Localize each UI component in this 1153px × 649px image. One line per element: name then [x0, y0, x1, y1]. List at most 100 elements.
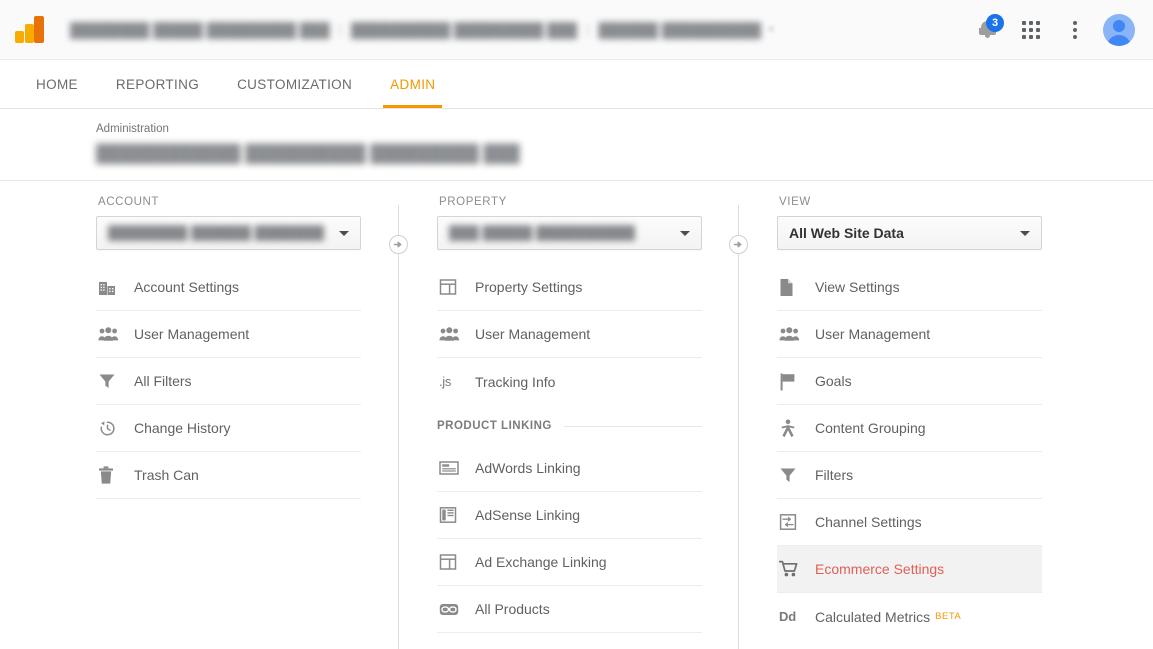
tab-home[interactable]: HOME	[17, 60, 97, 108]
account-item-change-history[interactable]: Change History	[96, 405, 361, 452]
channel-icon	[779, 513, 815, 531]
people-icon	[439, 327, 475, 342]
tab-reporting[interactable]: REPORTING	[97, 60, 218, 108]
property-item-label: AdWords Linking	[475, 460, 581, 476]
flag-icon	[779, 372, 815, 391]
view-item-calculated-metrics[interactable]: Dd Calculated Metrics BETA	[777, 593, 1042, 640]
google-analytics-logo[interactable]	[14, 13, 48, 47]
property-item-label: AdSense Linking	[475, 507, 580, 523]
tab-customization[interactable]: CUSTOMIZATION	[218, 60, 371, 108]
page-title: Administration	[96, 123, 169, 135]
view-item-label: User Management	[815, 326, 930, 342]
account-item-trash-can[interactable]: Trash Can	[96, 452, 361, 499]
property-column: PROPERTY ███ █████ ██████████ Property S…	[437, 181, 702, 633]
view-item-view-settings[interactable]: View Settings	[777, 264, 1042, 311]
view-item-goals[interactable]: Goals	[777, 358, 1042, 405]
status-badge: BETA	[935, 611, 961, 622]
account-avatar-button[interactable]	[1097, 8, 1141, 52]
view-item-ecommerce-settings[interactable]: Ecommerce Settings	[777, 546, 1042, 593]
product-linking-label: PRODUCT LINKING	[437, 420, 552, 432]
breadcrumb-separator: |	[586, 22, 589, 37]
more-options-button[interactable]	[1053, 8, 1097, 52]
breadcrumb-view[interactable]: ██████ ██████████	[598, 21, 761, 39]
layout-icon	[439, 553, 475, 571]
property-item-all-products[interactable]: All Products	[437, 586, 702, 633]
document-icon	[779, 278, 815, 297]
view-item-label: Filters	[815, 467, 853, 483]
property-item-property-settings[interactable]: Property Settings	[437, 264, 702, 311]
avatar	[1103, 14, 1135, 46]
chevron-down-icon[interactable]: ▾	[769, 24, 774, 35]
property-item-label: Ad Exchange Linking	[475, 554, 607, 570]
top-bar: ████████ █████ █████████ ███ | █████████…	[0, 0, 1153, 60]
breadcrumb: ████████ █████ █████████ ███ | █████████…	[70, 21, 965, 39]
adwords-card-icon	[439, 460, 475, 476]
breadcrumb-account[interactable]: ████████ █████ █████████ ███	[70, 21, 330, 39]
account-selector[interactable]: ████████ ██████ ███████	[96, 216, 361, 250]
account-selector-value: ████████ ██████ ███████	[108, 225, 324, 241]
account-item-label: Change History	[134, 420, 231, 436]
breadcrumb-property[interactable]: ██████████ █████████ ███	[351, 21, 577, 39]
view-selector-value: All Web Site Data	[789, 225, 904, 241]
content-grouping-icon	[779, 419, 815, 438]
administration-header: Administration ████████████ ██████████ █…	[0, 109, 1153, 181]
view-selector[interactable]: All Web Site Data	[777, 216, 1042, 250]
chevron-down-icon	[1020, 231, 1030, 236]
dd-icon: Dd	[779, 609, 815, 624]
admin-columns: ACCOUNT ████████ ██████ ███████	[0, 181, 1153, 649]
product-linking-section-header: PRODUCT LINKING	[437, 407, 702, 445]
notifications-button[interactable]: 3	[965, 8, 1009, 52]
tab-admin[interactable]: ADMIN	[371, 60, 454, 108]
people-icon	[98, 327, 134, 342]
account-item-account-settings[interactable]: Account Settings	[96, 264, 361, 311]
notification-badge: 3	[986, 14, 1004, 32]
arrow-right-circle-icon	[389, 235, 408, 254]
view-item-label: Channel Settings	[815, 514, 922, 530]
breadcrumb-separator: |	[339, 22, 342, 37]
property-item-adwords-linking[interactable]: AdWords Linking	[437, 445, 702, 492]
property-selector[interactable]: ███ █████ ██████████	[437, 216, 702, 250]
view-item-user-management[interactable]: User Management	[777, 311, 1042, 358]
cart-icon	[779, 560, 815, 578]
property-menu: Property Settings User Management	[437, 264, 702, 633]
column-divider-property-view	[738, 205, 739, 649]
column-divider-account-property	[398, 205, 399, 649]
account-item-label: Account Settings	[134, 279, 239, 295]
chevron-down-icon	[680, 231, 690, 236]
property-column-label: PROPERTY	[439, 196, 702, 208]
funnel-icon	[98, 372, 134, 390]
account-item-label: User Management	[134, 326, 249, 342]
account-item-label: All Filters	[134, 373, 192, 389]
property-item-label: Property Settings	[475, 279, 582, 295]
view-column: VIEW All Web Site Data View Settings	[777, 181, 1042, 640]
property-item-label: All Products	[475, 601, 550, 617]
apps-button[interactable]	[1009, 8, 1053, 52]
account-item-user-management[interactable]: User Management	[96, 311, 361, 358]
google-analytics-admin-page: ████████ █████ █████████ ███ | █████████…	[0, 0, 1153, 649]
property-item-tracking-info[interactable]: .js Tracking Info	[437, 358, 702, 405]
account-item-label: Trash Can	[134, 467, 199, 483]
property-item-adsense-linking[interactable]: AdSense Linking	[437, 492, 702, 539]
account-menu: Account Settings User Management	[96, 264, 361, 499]
view-item-channel-settings[interactable]: Channel Settings	[777, 499, 1042, 546]
property-item-user-management[interactable]: User Management	[437, 311, 702, 358]
account-item-all-filters[interactable]: All Filters	[96, 358, 361, 405]
view-item-label: Ecommerce Settings	[815, 561, 944, 577]
property-item-ad-exchange-linking[interactable]: Ad Exchange Linking	[437, 539, 702, 586]
trash-icon	[98, 466, 134, 485]
view-item-label: Content Grouping	[815, 420, 926, 436]
funnel-icon	[779, 466, 815, 484]
link-chain-icon	[439, 603, 475, 616]
section-rule	[564, 426, 702, 427]
main-nav: HOME REPORTING CUSTOMIZATION ADMIN	[0, 60, 1153, 109]
view-column-label: VIEW	[779, 196, 1042, 208]
chevron-down-icon	[339, 231, 349, 236]
property-selector-value: ███ █████ ██████████	[449, 225, 635, 241]
history-clock-icon	[98, 419, 134, 438]
js-icon: .js	[439, 374, 475, 389]
view-item-label: View Settings	[815, 279, 900, 295]
view-item-filters[interactable]: Filters	[777, 452, 1042, 499]
apps-grid-icon	[1022, 21, 1040, 39]
view-item-content-grouping[interactable]: Content Grouping	[777, 405, 1042, 452]
layout-icon	[439, 278, 475, 296]
